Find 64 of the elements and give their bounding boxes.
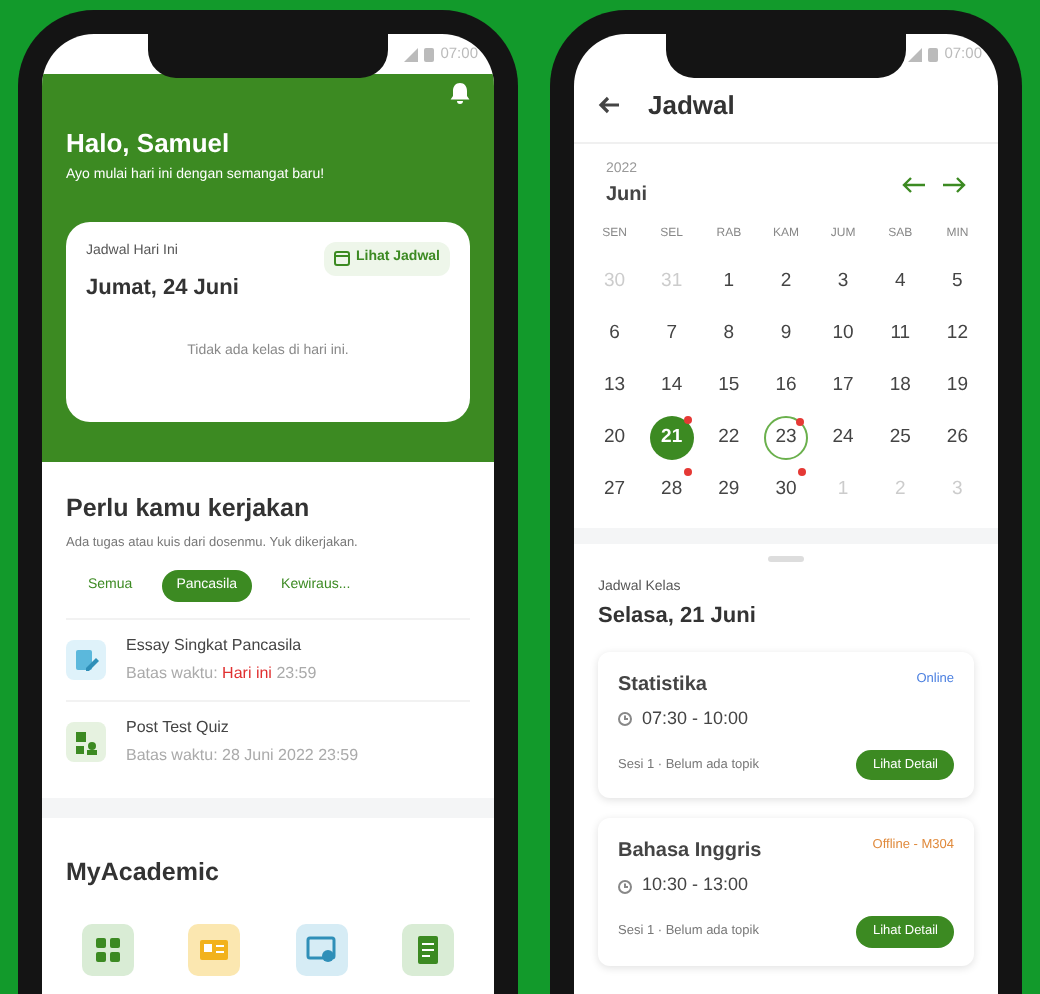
calendar-icon <box>333 250 350 267</box>
calendar-day[interactable]: 17 <box>821 364 866 408</box>
class-name: Bahasa Inggris <box>618 838 762 867</box>
bell-icon[interactable] <box>450 82 470 104</box>
next-arrow-icon[interactable] <box>942 175 966 194</box>
grid-icon[interactable] <box>82 923 134 976</box>
document-edit-icon <box>66 640 106 680</box>
calendar-day[interactable]: 16 <box>763 364 808 408</box>
clock-icon <box>618 879 632 893</box>
month-label: Juni <box>606 182 648 210</box>
document-icon[interactable] <box>401 923 454 976</box>
calendar-day[interactable]: 12 <box>935 312 980 356</box>
calendar-day[interactable]: 23 <box>763 416 808 460</box>
calendar-day[interactable]: 8 <box>706 312 751 356</box>
people-icon <box>66 722 106 762</box>
calendar-day[interactable]: 5 <box>935 260 980 304</box>
calendar-day[interactable]: 1 <box>706 260 751 304</box>
calendar-day[interactable]: 10 <box>821 312 866 356</box>
calendar-day[interactable]: 9 <box>763 312 808 356</box>
calendar-day[interactable]: 2 <box>763 260 808 304</box>
task-item[interactable]: Essay Singkat Pancasila Batas waktu: Hari ini 23:59 <box>66 618 470 700</box>
calendar-day[interactable]: 3 <box>821 260 866 304</box>
calendar-day[interactable]: 21 <box>649 416 694 460</box>
calendar-day[interactable]: 14 <box>649 364 694 408</box>
calendar-day[interactable]: 13 <box>592 364 637 408</box>
sheet-handle[interactable] <box>768 556 804 562</box>
calendar-day[interactable]: 7 <box>649 312 694 356</box>
monitor-icon[interactable] <box>295 923 348 976</box>
calendar-day[interactable]: 11 <box>878 312 923 356</box>
card-date: Jumat, 24 Juni <box>86 273 239 303</box>
calendar-day[interactable]: 19 <box>935 364 980 408</box>
greeting-title: Halo, Samuel <box>66 126 232 162</box>
back-arrow-icon[interactable] <box>598 96 620 115</box>
calendar-day[interactable]: 20 <box>592 416 637 460</box>
previous-arrow-icon[interactable] <box>902 175 926 194</box>
task-title: Essay Singkat Pancasila <box>126 634 304 658</box>
section-title: MyAcademic <box>66 856 221 890</box>
task-deadline: Batas waktu: 28 Juni 2022 23:59 <box>126 744 359 768</box>
calendar-day[interactable]: 26 <box>935 416 980 460</box>
task-item[interactable]: Post Test Quiz Batas waktu: 28 Juni 2022 23:59 <box>66 700 470 782</box>
page-title: Jadwal <box>648 88 735 124</box>
signal-icon <box>404 47 419 61</box>
class-time: 10:30 - 13:00 <box>642 872 749 899</box>
calendar-day[interactable]: 28 <box>649 468 694 512</box>
calendar-day[interactable]: 29 <box>706 468 751 512</box>
clock-icon <box>618 712 632 727</box>
section-title: Perlu kamu kerjakan <box>66 492 312 526</box>
calendar-day[interactable]: 22 <box>706 416 751 460</box>
calendar-day[interactable]: 30 <box>763 468 808 512</box>
calendar-day[interactable]: 4 <box>878 260 923 304</box>
battery-icon <box>928 46 939 62</box>
calendar-day[interactable]: 24 <box>821 416 866 460</box>
calendar-day[interactable]: 18 <box>878 364 923 408</box>
task-title: Post Test Quiz <box>126 716 231 740</box>
task-deadline: Batas waktu: Hari ini 23:59 <box>126 662 317 686</box>
calendar-day[interactable]: 25 <box>878 416 923 460</box>
calendar-day[interactable]: 15 <box>706 364 751 408</box>
calendar-day[interactable]: 27 <box>592 468 637 512</box>
signal-icon <box>908 47 923 61</box>
sheet-date: Selasa, 21 Juni <box>598 601 758 631</box>
class-time: 07:30 - 10:00 <box>642 706 749 732</box>
class-name: Statistika <box>618 672 707 700</box>
battery-icon <box>424 46 435 62</box>
calendar-day[interactable]: 6 <box>592 312 637 356</box>
